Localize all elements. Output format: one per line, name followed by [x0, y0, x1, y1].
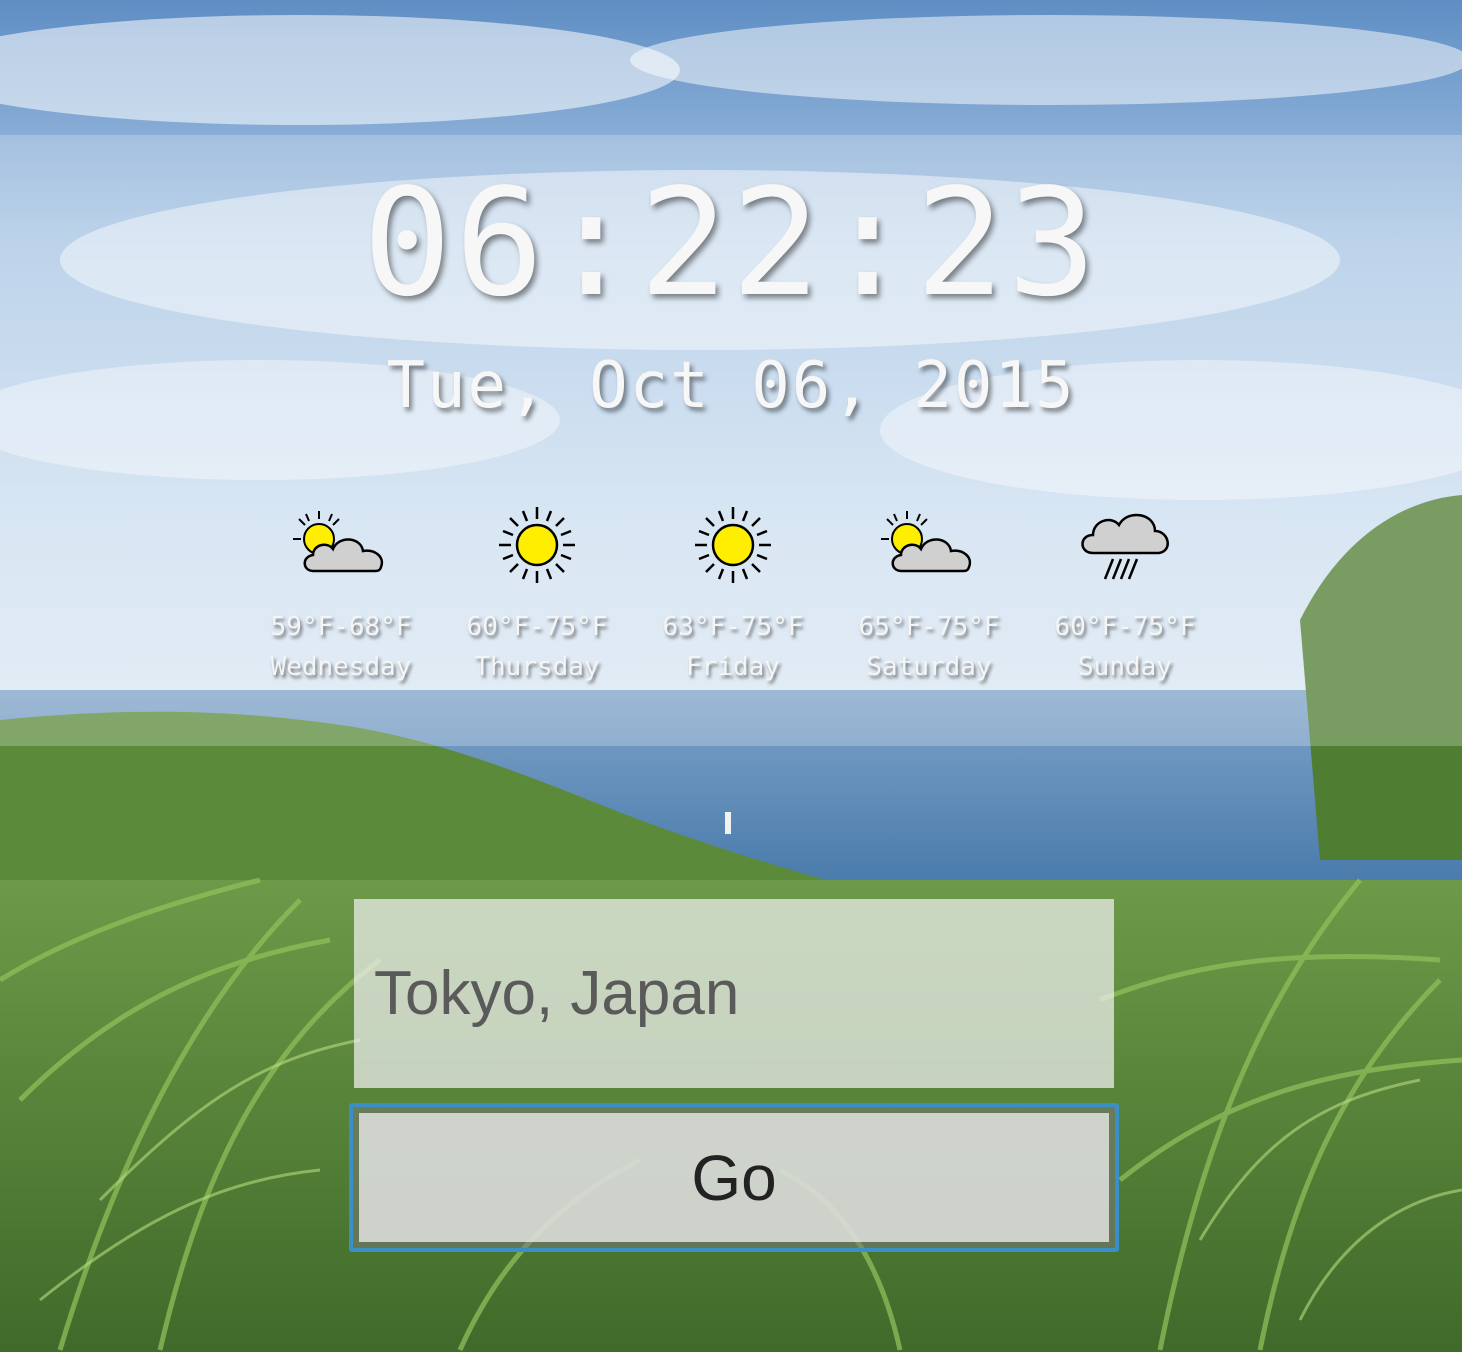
- partly-cloudy-icon: [881, 511, 972, 573]
- forecast-temp: 59°F-68°F: [270, 612, 412, 642]
- forecast-temp: 63°F-75°F: [662, 612, 804, 642]
- forecast-day-saturday: 65°F-75°F Saturday: [831, 505, 1027, 687]
- clock-date: Tue, Oct 06, 2015: [386, 349, 1076, 423]
- forecast-day-label: Wednesday: [270, 652, 412, 682]
- forecast-temp: 60°F-75°F: [466, 612, 608, 642]
- partly-cloudy-icon: [293, 511, 384, 573]
- clock-time: 06:22:23: [362, 157, 1100, 329]
- location-input[interactable]: [354, 899, 1114, 1088]
- forecast-temp: 65°F-75°F: [858, 612, 1000, 642]
- forecast-day-label: Friday: [686, 652, 780, 682]
- forecast-day-label: Thursday: [474, 652, 600, 682]
- weather-forecast: 59°F-68°F Wednesday 60°F-75°F Thursday 6…: [243, 505, 1243, 705]
- forecast-day-label: Sunday: [1078, 652, 1172, 682]
- go-button[interactable]: Go: [349, 1103, 1119, 1252]
- sunny-icon: [695, 507, 771, 583]
- forecast-temp: 60°F-75°F: [1054, 612, 1196, 642]
- sunny-icon: [499, 507, 575, 583]
- forecast-day-thursday: 60°F-75°F Thursday: [439, 505, 635, 687]
- rain-icon: [1081, 513, 1169, 580]
- forecast-day-sunday: 60°F-75°F Sunday: [1027, 505, 1223, 687]
- go-button-label: Go: [359, 1113, 1109, 1242]
- forecast-day-friday: 63°F-75°F Friday: [635, 505, 831, 687]
- forecast-day-label: Saturday: [866, 652, 992, 682]
- forecast-day-wednesday: 59°F-68°F Wednesday: [243, 505, 439, 687]
